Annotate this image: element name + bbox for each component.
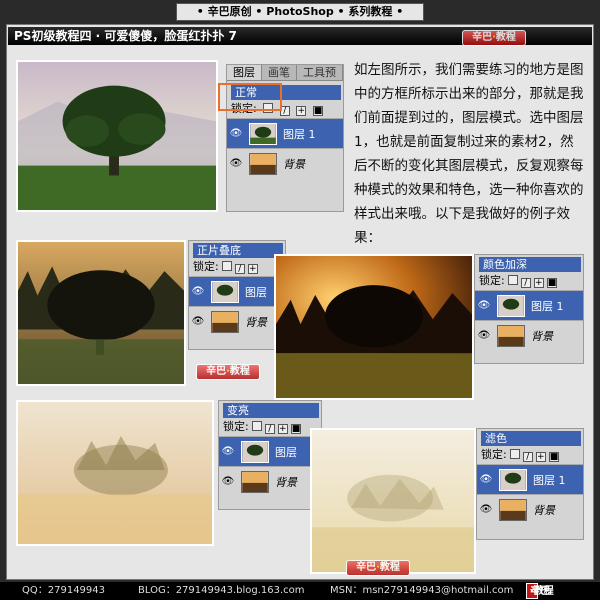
layer-row-background[interactable]: 👁 背景 [189,306,285,336]
example-lighten-photo [16,400,214,546]
lock-transparency-icon[interactable] [507,275,518,285]
tutorial-page: • 辛巴原创 • PhotoShop • 系列教程 • PS初级教程四 · 可爱… [0,0,600,600]
watermark-badge: 辛巴·教程 [462,30,526,46]
lock-move-icon[interactable]: + [247,264,258,274]
layer-thumbnail [211,280,239,303]
layer-row-background[interactable]: 👁 背景 [227,148,343,178]
lock-brush-icon[interactable]: / [522,452,533,462]
lock-all-icon[interactable]: ■ [546,278,557,288]
layer-name: 背景 [245,315,267,329]
lock-brush-icon[interactable]: / [264,424,275,434]
eye-icon[interactable]: 👁 [219,476,237,487]
layer-thumbnail [499,498,527,521]
lock-label: 锁定: [481,448,507,461]
lock-all-icon[interactable]: ■ [290,424,301,434]
example-layers-panel: 变亮 锁定: / + ■ 👁 图层 👁 背景 [218,400,322,510]
watermark-badge: 辛巴·教程 [346,560,410,576]
lock-transparency-icon[interactable] [221,261,232,271]
lock-brush-icon[interactable]: / [520,278,531,288]
lock-move-icon[interactable]: + [535,452,546,462]
footer-badge: 辛巴 · 教程 [526,583,554,599]
eye-icon[interactable]: 👁 [227,128,245,139]
example-layers-panel: 滤色 锁定: / + ■ 👁 图层 1 👁 背景 [476,428,584,540]
lock-brush-icon[interactable]: / [234,264,245,274]
lock-row: 锁定: / + ■ [475,272,583,290]
layer-row-1[interactable]: 👁 图层 1 [227,118,343,148]
layer-row-1[interactable]: 👁 图层 1 [477,464,583,494]
panel-tabs: 图层 画笔 工具预 [227,65,343,81]
footer-blog: BLOG：279149943.blog.163.com [138,585,305,596]
layer-row-background[interactable]: 👁 背景 [475,320,583,350]
layer-name: 背景 [531,329,553,343]
example-multiply-photo [16,240,186,386]
layer-name: 图层 [275,445,297,459]
blend-mode-select[interactable]: 颜色加深 [479,257,581,272]
layer-name: 背景 [283,157,305,171]
example-screen-photo [310,428,476,574]
layer-name: 背景 [533,503,555,517]
layer-thumbnail [249,152,277,175]
lock-row: 锁定: / + [189,258,285,276]
layer-name: 背景 [275,475,297,489]
header-title: • 辛巴原创 • PhotoShop • 系列教程 • [176,3,424,21]
layer-thumbnail [497,294,525,317]
eye-icon[interactable]: 👁 [189,286,207,297]
eye-icon[interactable]: 👁 [477,474,495,485]
layer-row-1[interactable]: 👁 图层 [189,276,285,306]
description-text: 如左图所示，我们需要练习的地方是图中的方框所标示出来的部分，那就是我们前面提到过… [354,62,584,246]
blend-mode-select[interactable]: 正片叠底 [193,243,283,258]
layer-name: 图层 1 [531,299,564,313]
lock-label: 锁定: [193,260,219,273]
eye-icon[interactable]: 👁 [475,330,493,341]
example-layers-panel: 颜色加深 锁定: / + ■ 👁 图层 1 👁 背景 [474,254,584,364]
layer-thumbnail [497,324,525,347]
lock-move-icon[interactable]: + [277,424,288,434]
lock-label: 锁定: [223,420,249,433]
footer-bar: QQ：279149943 BLOG：279149943.blog.163.com… [0,582,600,600]
layer-name: 图层 1 [533,473,566,487]
blend-mode-select[interactable]: 变亮 [223,403,319,418]
layer-thumbnail [211,310,239,333]
lock-all-icon[interactable]: ■ [312,106,323,116]
lock-row: 锁定: / + ■ [219,418,321,436]
lock-all-icon[interactable]: ■ [548,452,559,462]
lock-label: 锁定: [479,274,505,287]
tab-brushes[interactable]: 画笔 [262,65,297,80]
layer-name: 图层 1 [283,127,316,141]
source-tree-photo [16,60,218,212]
layer-thumbnail [241,470,269,493]
highlight-box [218,83,282,111]
eye-icon[interactable]: 👁 [475,300,493,311]
eye-icon[interactable]: 👁 [189,316,207,327]
eye-icon[interactable]: 👁 [477,504,495,515]
eye-icon[interactable]: 👁 [219,446,237,457]
layer-row-background[interactable]: 👁 背景 [477,494,583,524]
example-color-burn-photo [274,254,474,400]
lock-move-icon[interactable]: + [533,278,544,288]
eye-icon[interactable]: 👁 [227,158,245,169]
tab-layers[interactable]: 图层 [227,65,262,80]
layer-row-1[interactable]: 👁 图层 1 [475,290,583,320]
lock-row: 锁定: / + ■ [477,446,583,464]
example-layers-panel: 正片叠底 锁定: / + 👁 图层 👁 背景 [188,240,286,350]
layer-row-background[interactable]: 👁 背景 [219,466,321,496]
footer-qq: QQ：279149943 [22,585,106,596]
layer-row-1[interactable]: 👁 图层 [219,436,321,466]
layer-thumbnail [249,122,277,145]
layer-thumbnail [499,468,527,491]
footer-msn: MSN：msn279149943@hotmail.com [330,585,514,596]
watermark-badge: 辛巴·教程 [196,364,260,380]
layer-name: 图层 [245,285,267,299]
tab-tool-presets[interactable]: 工具预 [297,65,343,80]
lock-move-icon[interactable]: + [296,106,307,116]
lock-transparency-icon[interactable] [509,449,520,459]
lock-transparency-icon[interactable] [251,421,262,431]
blend-mode-select[interactable]: 滤色 [481,431,581,446]
layer-thumbnail [241,440,269,463]
